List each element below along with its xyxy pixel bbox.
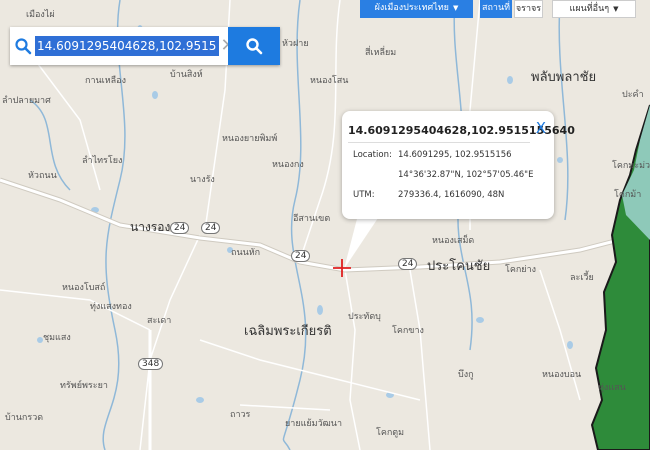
map-label: หนองยายพิมพ์	[222, 134, 278, 144]
map-label: บ้านสิงห์	[170, 70, 203, 80]
map-label: ทุ่งแสงทอง	[90, 302, 132, 312]
map-label: ปะคำ	[622, 90, 644, 100]
utm-label: UTM:	[353, 190, 375, 200]
map-type-select[interactable]: แผนที่อื่นๆ ▼	[552, 0, 636, 18]
map-label: อีสานเขต	[293, 214, 331, 224]
map-label: หัวถนน	[28, 171, 57, 181]
tab-traffic[interactable]: จราจร	[514, 0, 543, 18]
map-label-phlap-phla-chai: พลับพลาชัย	[531, 70, 597, 85]
route-shield-24: 24	[201, 222, 221, 234]
map-label: สะเดา	[147, 316, 172, 326]
location-decimal: 14.6091295, 102.9515156	[398, 150, 512, 160]
route-shield-348: 348	[138, 358, 164, 370]
location-dms: 14°36'32.87"N, 102°57'05.46"E	[398, 170, 534, 180]
close-icon[interactable]: X	[536, 119, 546, 137]
utm-value: 279336.4, 1616090, 48N	[398, 190, 505, 200]
map-label: สี่เหลี่ยม	[365, 48, 397, 58]
map-label: โคกตูม	[376, 428, 405, 438]
map-label: หนองโบสถ์	[62, 283, 106, 293]
map-label: ประทัดบุ	[348, 312, 381, 322]
search-input[interactable]	[35, 36, 219, 56]
map-label: ถาวร	[230, 410, 251, 420]
map-label: โคกขาง	[392, 326, 424, 336]
map-label: บ้านกรวด	[5, 413, 44, 423]
map-label: เมืองไผ่	[26, 10, 55, 20]
map-label: ละเวี้ย	[570, 273, 594, 283]
search-icon	[246, 38, 263, 55]
chevron-down-icon: ▼	[613, 5, 619, 13]
map-label-nang-rong: นางรอง	[130, 220, 171, 234]
map-label: นางรัง	[190, 175, 215, 185]
route-shield-24: 24	[398, 258, 418, 270]
map-label: โคกม้า	[614, 190, 642, 200]
map-label: หัวฝาย	[282, 39, 309, 49]
search-box: ✕	[10, 27, 280, 65]
map-label: ชุมแสง	[43, 333, 71, 343]
search-icon	[15, 38, 32, 55]
map-label: กานเหลือง	[85, 76, 126, 86]
map-label: หนองบอน	[542, 370, 582, 380]
search-button[interactable]	[228, 27, 280, 65]
route-shield-24: 24	[170, 222, 190, 234]
map-label: โคกมะม่วง	[612, 161, 650, 171]
location-popup: 14.6091295404628,102.9515155640 X Locati…	[342, 111, 575, 219]
location-marker-icon[interactable]	[333, 259, 351, 277]
map-label: บึงกู	[458, 370, 474, 380]
popup-divider	[348, 142, 530, 143]
tab-place[interactable]: สถานที่	[480, 0, 512, 18]
layer-select[interactable]: ผังเมืองประเทศไทย ▼	[360, 0, 473, 18]
map-label-prakhon-chai: ประโคนชัย	[427, 259, 491, 274]
map-label: หนองโสน	[310, 76, 349, 86]
map-label: ทรัพย์พระยา	[60, 381, 108, 391]
map-label: ลำไทรโยง	[82, 156, 123, 166]
map-label: ลำปลายมาศ	[2, 96, 51, 106]
map-label: ยายแย้มวัฒนา	[285, 419, 342, 429]
map-label: ทุ่งแสน	[598, 383, 626, 393]
map-label: โคกย่าง	[505, 265, 537, 275]
map-label-chaloem-phra-kiat: เฉลิมพระเกียรติ	[244, 324, 332, 339]
route-shield-24: 24	[291, 250, 311, 262]
map-label: หนองกง	[272, 160, 304, 170]
chevron-down-icon: ▼	[452, 4, 459, 12]
map-label: ถนนหัก	[231, 248, 261, 258]
map-label: หนองเสม็ด	[432, 236, 475, 246]
location-label: Location:	[353, 150, 392, 160]
